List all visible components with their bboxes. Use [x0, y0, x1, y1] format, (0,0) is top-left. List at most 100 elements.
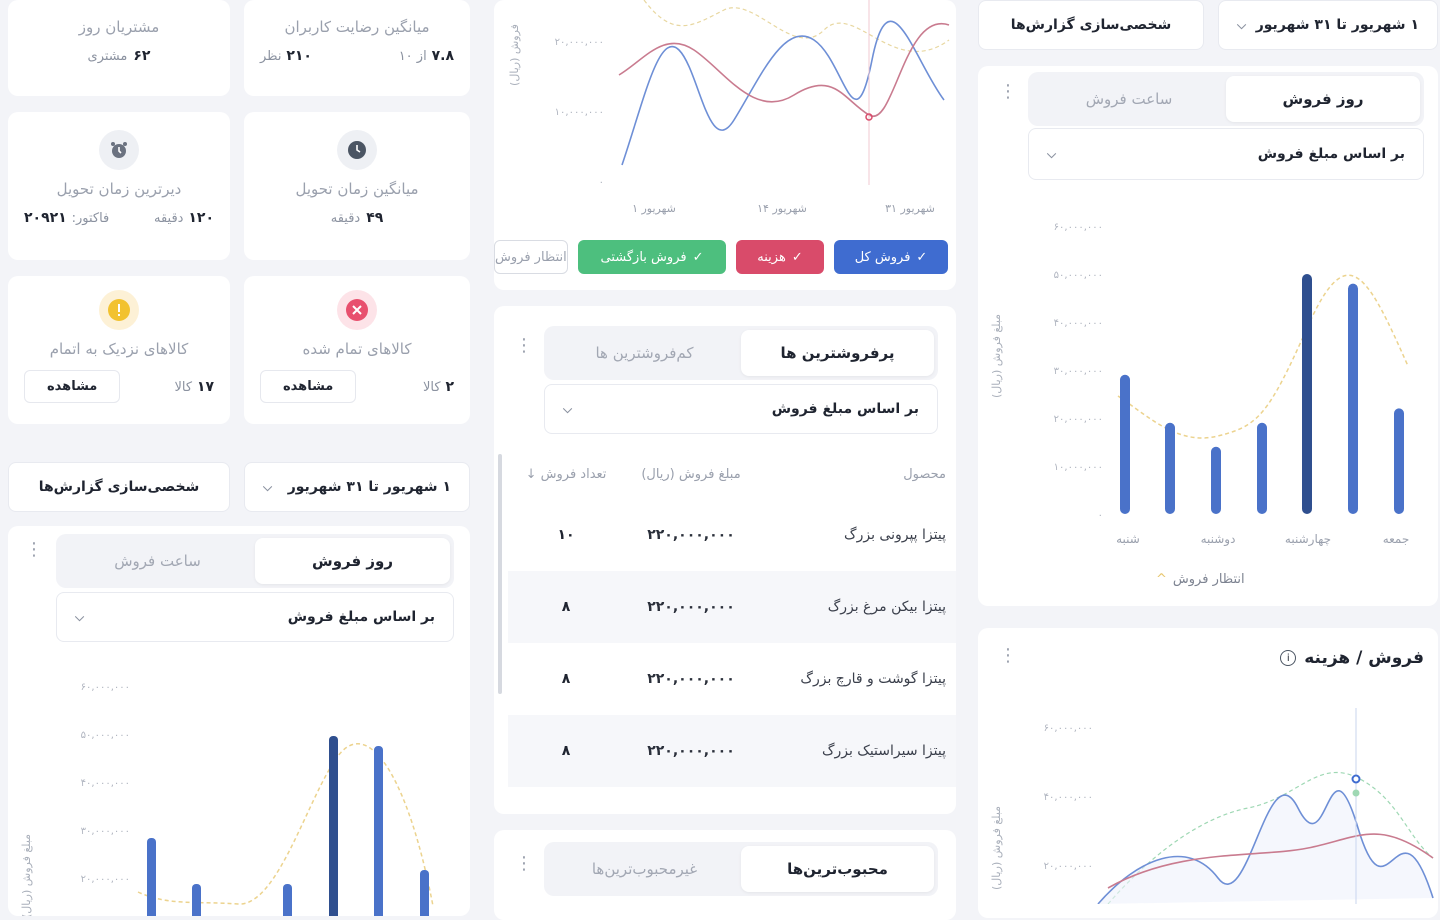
stat-customers-title: مشتریان روز: [78, 18, 160, 36]
expected-legend[interactable]: انتظار فروش ^: [1156, 572, 1245, 587]
product-amount: ۲۲۰,۰۰۰,۰۰۰: [647, 599, 735, 615]
sort-arrow-down-icon: ↓: [525, 466, 537, 482]
chevron-down-icon: ⌵: [263, 479, 273, 494]
tab-sales-day[interactable]: روز فروش: [1226, 76, 1420, 122]
product-count: ۸: [561, 599, 571, 615]
right-sales-card: ⋮ روز فروش ساعت فروش بر اساس مبلغ فروش ⌵…: [978, 66, 1438, 606]
chart-bar: [1211, 446, 1221, 514]
stat-latest-invoice-label: فاکتور:: [71, 211, 110, 226]
legend-expected-label: انتظار فروش: [495, 249, 567, 265]
x-tick: جمعه: [1383, 532, 1410, 546]
stat-avg-minutes: ۴۹: [366, 210, 384, 226]
near-out-view-button[interactable]: مشاهده: [24, 370, 121, 403]
stat-latest-delivery: دیرترین زمان تحویل ۱۲۰ دقیقه فاکتور: ۲۰۹…: [8, 112, 230, 260]
more-menu-icon[interactable]: ⋮: [999, 83, 1017, 101]
chevron-down-icon: ⌵: [1237, 17, 1247, 32]
stat-out-of-stock: کالاهای تمام شده ۲ کالا مشاهده: [244, 276, 470, 424]
table-row[interactable]: پیتزا گوشت و قارچ بزرگ ۲۲۰,۰۰۰,۰۰۰ ۸: [508, 643, 956, 715]
chart-bar: [329, 736, 338, 916]
product-name: پیتزا سیراستیک بزرگ: [821, 743, 946, 759]
tab-favorites[interactable]: محبوب‌ترین‌ها: [741, 846, 934, 892]
y-tick: ۶۰,۰۰۰,۰۰۰: [1054, 222, 1103, 233]
tab-sales-hour[interactable]: ساعت فروش: [1032, 76, 1226, 122]
chart-bar: [147, 838, 156, 916]
legend-total-label: فروش کل: [854, 249, 911, 265]
table-row[interactable]: پیتزا بیکن مرغ بزرگ ۲۲۰,۰۰۰,۰۰۰ ۸: [508, 571, 956, 643]
legend-expected[interactable]: انتظار فروش: [494, 240, 568, 274]
chevron-down-icon: ⌵: [1047, 146, 1057, 161]
tab-unfavorites[interactable]: غیرمحبوب‌ترین‌ها: [548, 846, 741, 892]
stat-satisfaction: میانگین رضایت کاربران ۷.۸ از ۱۰ ۲۱۰ نظر: [244, 0, 470, 96]
tab-sales-day[interactable]: روز فروش: [255, 538, 450, 584]
right-bar-chart: مبلغ فروش (ریال) ۶۰,۰۰۰,۰۰۰ ۵۰,۰۰۰,۰۰۰ ۴۰,…: [990, 222, 1410, 547]
left-customize-button[interactable]: شخصی‌سازی گزارش‌ها: [8, 462, 230, 512]
stat-near-out-unit: کالا: [174, 379, 193, 395]
table-header: محصول مبلغ فروش (ریال) تعداد فروش ↓: [508, 440, 956, 508]
product-name: پیتزا پپرونی بزرگ: [844, 527, 946, 543]
more-menu-icon[interactable]: ⋮: [25, 541, 43, 559]
clock-icon: [337, 130, 377, 170]
legend-returns-label: فروش بازگشتی: [600, 249, 687, 265]
close-circle-icon: [337, 290, 377, 330]
chart-bar: [374, 746, 383, 916]
header-count[interactable]: تعداد فروش ↓: [516, 467, 616, 482]
sales-line-card: فروش (ریال) ۲۰,۰۰۰,۰۰۰ ۱۰,۰۰۰,۰۰۰ ۰ ۱ شه…: [494, 0, 956, 290]
table-row[interactable]: پیتزا پپرونی بزرگ ۲۲۰,۰۰۰,۰۰۰ ۱۰: [508, 499, 956, 571]
line-chart-ylabel: فروش (ریال): [508, 24, 521, 86]
legend-total-sales[interactable]: ✓ فروش کل: [834, 240, 948, 274]
out-of-stock-view-button[interactable]: مشاهده: [260, 370, 357, 403]
product-amount: ۲۲۰,۰۰۰,۰۰۰: [647, 743, 735, 759]
right-sort-select[interactable]: بر اساس مبلغ فروش ⌵: [1028, 128, 1424, 180]
y-tick: ۲۰,۰۰۰,۰۰۰: [81, 874, 130, 885]
stat-out-of-stock-title: کالاهای تمام شده: [302, 340, 412, 358]
stat-out-count: ۲: [445, 378, 454, 395]
expected-line: [643, 0, 950, 53]
x-tick: شنبه: [1116, 532, 1140, 546]
stat-satisfaction-score: ۷.۸: [431, 48, 454, 64]
stat-out-unit: کالا: [423, 379, 441, 395]
stat-satisfaction-count-unit: نظر: [260, 49, 282, 64]
header-product[interactable]: محصول: [766, 467, 956, 482]
tab-worst-sellers[interactable]: کم‌فروشترین ها: [548, 330, 741, 376]
products-sort-select[interactable]: بر اساس مبلغ فروش ⌵: [544, 384, 938, 434]
x-tick: ۱۴ شهریور: [757, 202, 807, 215]
stat-latest-delivery-title: دیرترین زمان تحویل: [56, 180, 182, 198]
more-menu-icon[interactable]: ⋮: [515, 855, 533, 873]
left-sort-select[interactable]: بر اساس مبلغ فروش ⌵: [56, 592, 454, 642]
header-amount[interactable]: مبلغ فروش (ریال): [616, 467, 766, 482]
legend-cost[interactable]: ✓ هزینه: [736, 240, 824, 274]
product-count: ۱۰: [557, 527, 575, 543]
favorites-card: ⋮ محبوب‌ترین‌ها غیرمحبوب‌ترین‌ها: [494, 830, 956, 920]
left-date-range-select[interactable]: ۱ شهریور تا ۳۱ شهریور ⌵: [244, 462, 470, 512]
stat-satisfaction-of: از ۱۰: [398, 49, 427, 64]
products-tabs: پرفروشترین ها کم‌فروشترین ها: [544, 326, 938, 380]
table-scrollbar[interactable]: [498, 454, 502, 694]
y-tick: ۰: [1098, 510, 1103, 521]
y-tick: ۲۰,۰۰۰,۰۰۰: [1054, 414, 1103, 425]
stat-customers: مشتریان روز ۶۲ مشتری: [8, 0, 230, 96]
right-sort-label: بر اساس مبلغ فروش: [1257, 146, 1405, 162]
products-sort-label: بر اساس مبلغ فروش: [771, 401, 919, 417]
chevron-up-icon: ^: [1156, 572, 1167, 587]
chart-bar: [1165, 422, 1175, 514]
chart-bar: [283, 884, 292, 916]
x-tick: چهارشنبه: [1285, 532, 1331, 547]
product-name: پیتزا گوشت و قارچ بزرگ: [800, 671, 946, 687]
info-icon[interactable]: i: [1280, 650, 1297, 666]
more-menu-icon[interactable]: ⋮: [515, 337, 533, 355]
right-chart-ylabel: مبلغ فروش (ریال): [990, 314, 1003, 398]
y-tick: ۵۰,۰۰۰,۰۰۰: [81, 730, 130, 741]
right-customize-button[interactable]: شخصی‌سازی گزارش‌ها: [978, 0, 1204, 50]
table-row[interactable]: پیتزا سیراستیک بزرگ ۲۲۰,۰۰۰,۰۰۰ ۸: [508, 715, 956, 787]
tab-sales-hour[interactable]: ساعت فروش: [60, 538, 255, 584]
right-date-range-select[interactable]: ۱ شهریور تا ۳۱ شهریور ⌵: [1218, 0, 1438, 50]
favorites-tabs: محبوب‌ترین‌ها غیرمحبوب‌ترین‌ها: [544, 842, 938, 896]
total-sales-line: [1097, 789, 1434, 904]
legend-returns[interactable]: ✓ فروش بازگشتی: [578, 240, 726, 274]
more-menu-icon[interactable]: ⋮: [999, 647, 1017, 665]
sales-cost-ylabel: مبلغ فروش (ریال): [990, 806, 1003, 890]
tab-best-sellers[interactable]: پرفروشترین ها: [741, 330, 934, 376]
chart-bar: [192, 884, 201, 916]
x-tick: دوشنبه: [1201, 532, 1236, 547]
chart-bar: [1120, 374, 1130, 514]
